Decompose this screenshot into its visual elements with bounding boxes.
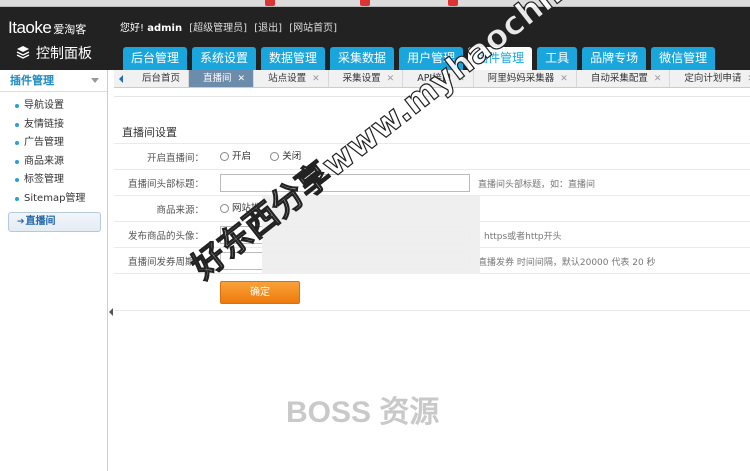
site-home-link[interactable]: [网站首页] — [289, 23, 337, 34]
header: Itaoke 爱淘客 控制面板 您好! admin [超级管理员] [退出] [网… — [0, 7, 750, 70]
sidebar-item-sitemap[interactable]: Sitemap管理 — [0, 190, 107, 209]
tab-auto-collect[interactable]: 自动采集配置 ✕ — [577, 70, 671, 87]
period-hint: 直播发券 时间间隔，默认20000 代表 20 秒 — [478, 258, 656, 268]
enable-label: 开启直播间： — [146, 153, 204, 164]
app-window: Itaoke 爱淘客 控制面板 您好! admin [超级管理员] [退出] [网… — [0, 0, 750, 471]
tab-alimama-collector[interactable]: 阿里妈妈采集器 ✕ — [474, 70, 577, 87]
tab-live-room[interactable]: 直播间 ✕ — [189, 70, 255, 87]
nav-tab-system[interactable]: 系统设置 — [192, 47, 257, 70]
chevron-down-icon[interactable] — [91, 78, 99, 83]
nav-tab-data[interactable]: 数据管理 — [261, 47, 326, 70]
browser-tab-icon[interactable] — [448, 0, 458, 6]
sidebar-item-label: 友情链接 — [24, 118, 64, 130]
nav-tab-collect[interactable]: 采集数据 — [330, 47, 395, 70]
sidebar-item-ads[interactable]: 广告管理 — [0, 134, 107, 153]
row-enable: 开启直播间： 开启 关闭 — [114, 143, 750, 169]
arrow-right-icon: ➔ — [17, 217, 25, 227]
sidebar-item-label: 标签管理 — [24, 174, 64, 185]
welcome-prefix: 您好! — [120, 23, 145, 34]
sidebar-item-label: Sitemap管理 — [24, 192, 86, 204]
row-head-title: 直播间头部标题： 直播间头部标题，如：直播间 — [114, 169, 750, 195]
head-title-hint: 直播间头部标题，如：直播间 — [478, 180, 596, 190]
radio-enable-on[interactable]: 开启 — [220, 150, 251, 164]
bullet-icon — [15, 141, 19, 145]
sidebar-active-label: 直播间 — [25, 216, 56, 227]
control-panel-title: 控制面板 — [16, 43, 92, 63]
sidebar-item-live-room[interactable]: ➔直播间 — [8, 212, 101, 232]
close-icon[interactable]: ✕ — [312, 74, 320, 84]
sidebar-menu: 导航设置 友情链接 广告管理 商品来源 标签管理 Sitemap管理 — [0, 97, 107, 208]
nav-tab-wechat[interactable]: 微信管理 — [651, 47, 716, 70]
submit-button[interactable]: 确定 — [220, 281, 300, 304]
username: admin — [147, 23, 183, 34]
logo-brand: Itaoke — [8, 18, 52, 37]
bullet-icon — [15, 196, 19, 201]
tab-label: 定向计划申请 — [684, 73, 742, 84]
sidebar-item-label: 商品来源 — [24, 155, 64, 167]
browser-tab-strip — [0, 0, 750, 7]
radio-label: 开启 — [232, 151, 252, 162]
sidebar: 插件管理 导航设置 友情链接 广告管理 商品来源 标签管理 Sitemap管理 … — [0, 70, 108, 471]
browser-tab-icon[interactable] — [265, 0, 275, 6]
boss-watermark: BOSS 资源 — [286, 396, 440, 429]
browser-tab-icon[interactable] — [360, 0, 370, 6]
tab-label: 自动采集配置 — [590, 73, 648, 84]
close-icon[interactable]: ✕ — [560, 74, 568, 84]
bullet-icon — [15, 178, 19, 182]
scroll-left-icon[interactable] — [114, 70, 128, 87]
nav-tab-brands[interactable]: 品牌专场 — [582, 47, 647, 70]
layers-icon — [16, 46, 30, 59]
source-label: 商品来源： — [156, 205, 204, 216]
welcome-bar: 您好! admin [超级管理员] [退出] [网站首页] — [120, 19, 337, 34]
close-icon[interactable]: ✕ — [654, 74, 662, 84]
bullet-icon — [15, 122, 19, 127]
nav-tab-tools[interactable]: 工具 — [537, 47, 578, 70]
sidebar-title-label: 插件管理 — [10, 74, 54, 87]
sidebar-item-label: 广告管理 — [24, 137, 64, 148]
bullet-icon — [15, 104, 19, 108]
sidebar-title[interactable]: 插件管理 — [0, 70, 107, 92]
sidebar-item-tags[interactable]: 标签管理 — [0, 171, 107, 190]
sidebar-item-friend-links[interactable]: 友情链接 — [0, 116, 107, 135]
sidebar-item-nav-settings[interactable]: 导航设置 — [0, 97, 107, 116]
tab-site-settings[interactable]: 站点设置 ✕ — [254, 70, 329, 87]
avatar-hint: https或者http开头 — [484, 232, 562, 242]
tab-label: 直播间 — [203, 73, 232, 84]
tab-label: 阿里妈妈采集器 — [487, 73, 555, 84]
logo-brand-cn: 爱淘客 — [53, 23, 87, 36]
close-icon[interactable]: ✕ — [238, 74, 246, 84]
tab-label: 采集设置 — [342, 73, 381, 84]
role-label: [超级管理员] — [189, 23, 248, 34]
tab-label: 后台首页 — [142, 73, 181, 84]
control-panel-label: 控制面板 — [36, 46, 92, 62]
section-title: 直播间设置 — [122, 126, 177, 139]
logout-link[interactable]: [退出] — [254, 23, 282, 34]
head-title-label: 直播间头部标题： — [127, 179, 204, 190]
bullet-icon — [15, 159, 19, 164]
tab-label: 站点设置 — [268, 73, 307, 84]
tab-home[interactable]: 后台首页 — [128, 70, 190, 87]
sidebar-item-label: 导航设置 — [24, 100, 64, 111]
radio-icon[interactable] — [270, 152, 280, 161]
radio-icon[interactable] — [220, 152, 229, 161]
tab-directed-plan[interactable]: 定向计划申请✕ — [670, 70, 750, 87]
sidebar-item-sources[interactable]: 商品来源 — [0, 153, 107, 172]
logo: Itaoke 爱淘客 — [8, 18, 86, 38]
nav-tab-admin[interactable]: 后台管理 — [123, 47, 188, 70]
